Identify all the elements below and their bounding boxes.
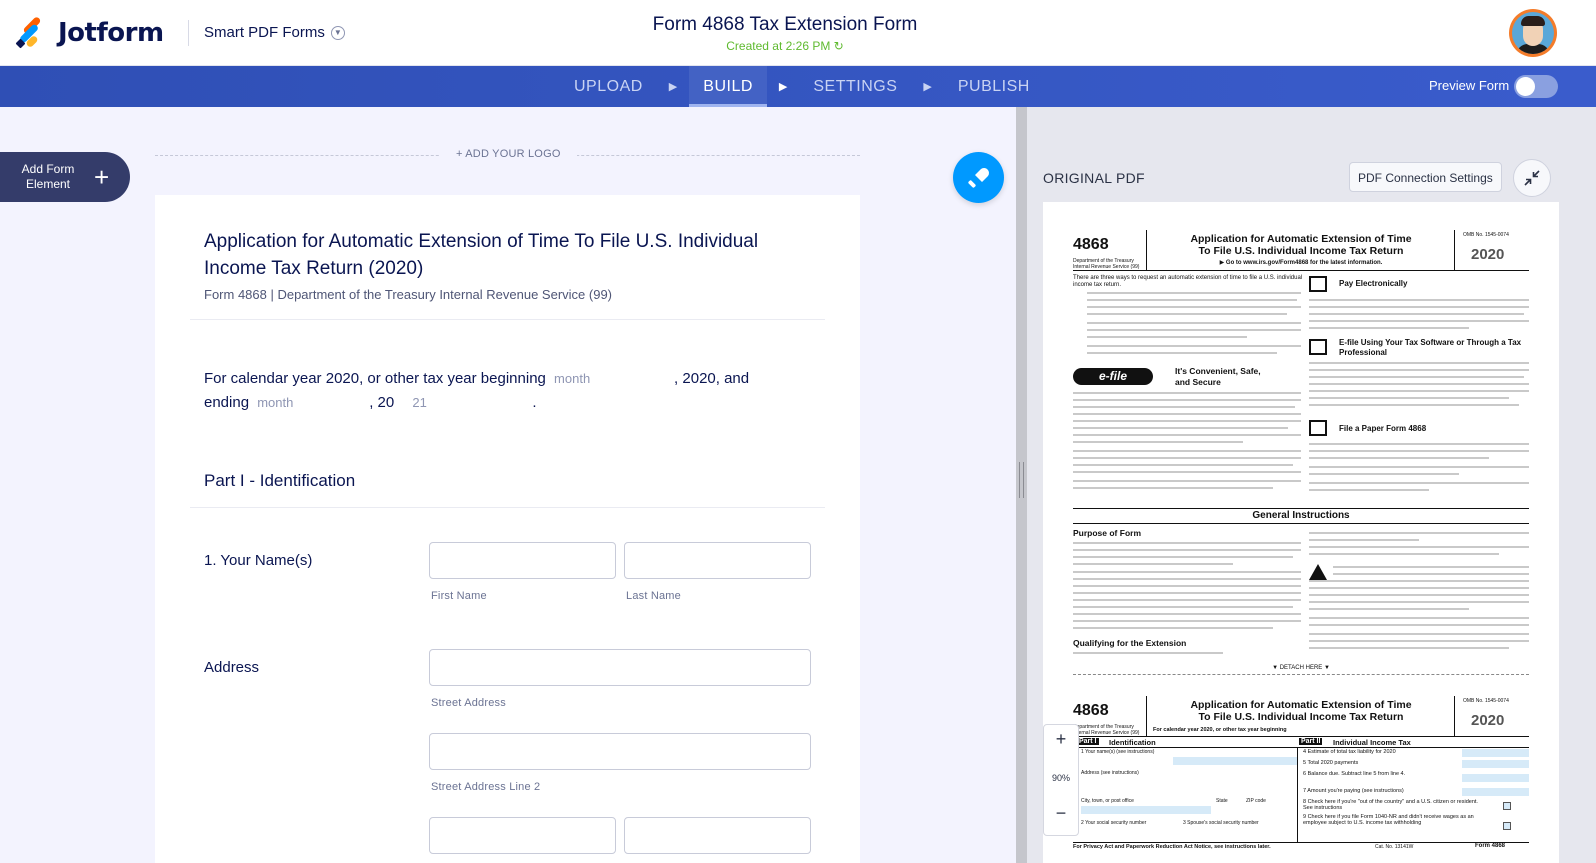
first-name-sublabel: First Name — [431, 590, 487, 602]
panel-resize-handle[interactable] — [1016, 107, 1027, 863]
street-address-line2-sublabel: Street Address Line 2 — [431, 781, 541, 793]
form-builder-canvas: Add Form Element + + ADD YOUR LOGO Appli… — [0, 107, 1016, 863]
chevron-right-icon: ▶ — [778, 81, 788, 93]
street-address-sublabel: Street Address — [431, 697, 506, 709]
original-pdf-panel: ORIGINAL PDF PDF Connection Settings 486… — [1027, 107, 1596, 863]
pdf-connection-settings-button[interactable]: PDF Connection Settings — [1349, 162, 1502, 192]
user-avatar[interactable] — [1509, 9, 1557, 57]
form-subheading[interactable]: Form 4868 | Department of the Treasury I… — [204, 287, 612, 302]
step-tabs: UPLOAD ▶ BUILD ▶ SETTINGS ▶ PUBLISH — [560, 66, 1044, 107]
tab-upload[interactable]: UPLOAD — [560, 66, 657, 107]
form-title[interactable]: Form 4868 Tax Extension Form — [0, 14, 1570, 36]
address-label: Address — [204, 659, 260, 676]
state-input[interactable] — [624, 817, 811, 854]
add-form-element-label: Add Form Element — [21, 162, 75, 191]
month-begin-input[interactable]: month — [554, 367, 674, 391]
zoom-out-button[interactable]: − — [1044, 803, 1078, 824]
chevron-right-icon: ▶ — [668, 81, 678, 93]
street-address-input[interactable] — [429, 649, 811, 686]
plus-icon: + — [94, 162, 110, 192]
tab-publish[interactable]: PUBLISH — [944, 66, 1044, 107]
divider — [190, 507, 825, 508]
add-logo-button[interactable]: + ADD YOUR LOGO — [440, 148, 577, 160]
month-end-input[interactable]: month — [257, 391, 369, 415]
last-name-input[interactable] — [624, 542, 811, 579]
zoom-in-button[interactable]: + — [1044, 729, 1078, 750]
city-input[interactable] — [429, 817, 616, 854]
part1-title[interactable]: Part I - Identification — [204, 471, 355, 491]
builder-navbar: UPLOAD ▶ BUILD ▶ SETTINGS ▶ PUBLISH Prev… — [0, 66, 1596, 107]
preview-form-label: Preview Form — [1429, 78, 1510, 93]
your-name-label: 1. Your Name(s) — [204, 552, 313, 569]
tab-build[interactable]: BUILD — [689, 66, 767, 107]
year-end-input[interactable]: 21 — [412, 391, 532, 415]
created-time: Created at 2:26 PM — [726, 39, 831, 53]
pdf-page-preview[interactable]: 4868 Department of the Treasury Internal… — [1043, 202, 1559, 863]
zoom-controls: + 90% − — [1043, 724, 1079, 836]
top-header: Jotform Smart PDF Forms ▼ Form 4868 Tax … — [0, 0, 1596, 66]
refresh-icon: ↻ — [833, 39, 844, 53]
efile-logo: e-file — [1073, 368, 1153, 385]
collapse-icon[interactable] — [1513, 159, 1551, 197]
tax-year-paragraph[interactable]: For calendar year 2020, or other tax yea… — [204, 367, 804, 415]
last-name-sublabel: Last Name — [626, 590, 681, 602]
zoom-level: 90% — [1051, 773, 1070, 783]
add-form-element-button[interactable]: Add Form Element + — [0, 152, 130, 202]
street-address-line2-input[interactable] — [429, 733, 811, 770]
form-designer-button[interactable] — [953, 152, 1004, 203]
tab-settings[interactable]: SETTINGS — [799, 66, 911, 107]
chevron-right-icon: ▶ — [923, 81, 932, 93]
pdf-form-number: 4868 — [1073, 236, 1109, 253]
divider — [190, 319, 825, 320]
form-created-status: Created at 2:26 PM ↻ — [0, 39, 1570, 53]
form-heading[interactable]: Application for Automatic Extension of T… — [204, 228, 824, 282]
first-name-input[interactable] — [429, 542, 616, 579]
preview-form-toggle[interactable] — [1514, 75, 1558, 98]
paint-roller-icon — [967, 167, 989, 188]
original-pdf-title: ORIGINAL PDF — [1043, 170, 1145, 186]
form-paper: Application for Automatic Extension of T… — [155, 195, 860, 863]
